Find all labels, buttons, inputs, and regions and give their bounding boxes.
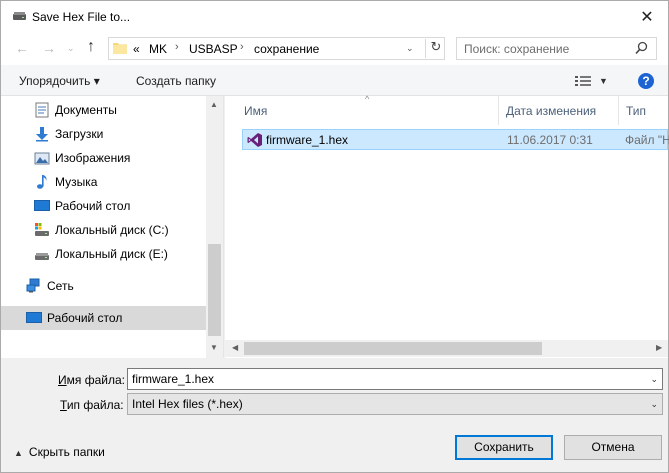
filename-value: firmware_1.hex — [132, 372, 215, 386]
folder-icon — [113, 43, 127, 54]
filetype-label: Тип файла: — [60, 398, 124, 412]
search-input[interactable]: Поиск: сохранение — [456, 37, 657, 60]
sidebar-item-label: Локальный диск (C:) — [55, 223, 169, 237]
file-name: firmware_1.hex — [266, 133, 349, 147]
title-bar: Save Hex File to... ✕ — [1, 1, 668, 32]
desktop-icon — [34, 200, 50, 211]
sort-ascending-icon: ^ — [365, 94, 370, 104]
sidebar-item-label: Сеть — [47, 279, 74, 293]
cancel-button[interactable]: Отмена — [564, 435, 662, 460]
desktop-icon — [26, 312, 42, 323]
navigation-pane: Документы Загрузки Изображения Музыка Ра… — [1, 96, 224, 358]
pictures-icon — [34, 152, 50, 165]
command-toolbar: Упорядочить ▾ Создать папку ▼ ? — [1, 65, 668, 96]
sidebar-item-label: Документы — [55, 103, 117, 117]
sidebar-item-label: Рабочий стол — [47, 311, 123, 325]
scroll-down-arrow-icon[interactable]: ▼ — [210, 343, 218, 352]
navigation-scrollbar[interactable]: ▲ ▼ — [206, 96, 223, 358]
network-icon — [26, 278, 40, 293]
window-title: Save Hex File to... — [32, 10, 131, 24]
breadcrumb-current[interactable]: сохранение — [254, 42, 319, 56]
file-row[interactable]: firmware_1.hex 11.06.2017 0:31 Файл "HEX… — [242, 129, 669, 150]
column-name[interactable]: Имя — [244, 104, 267, 118]
sidebar-item-documents[interactable]: Документы — [1, 98, 206, 122]
filetype-select[interactable]: Intel Hex files (*.hex) ⌄ — [127, 393, 663, 415]
filename-dropdown-chevron-icon[interactable]: ⌄ — [650, 374, 658, 385]
documents-icon — [35, 102, 49, 118]
filename-label: Имя файла: — [58, 373, 125, 387]
drive-e-icon — [35, 253, 49, 260]
up-arrow-icon[interactable]: ↑ — [87, 38, 95, 56]
column-type[interactable]: Тип — [626, 104, 646, 118]
filetype-value: Intel Hex files (*.hex) — [132, 397, 243, 411]
sidebar-item-label: Изображения — [55, 151, 131, 165]
column-divider[interactable] — [618, 96, 619, 125]
breadcrumb-separator-icon[interactable]: › — [175, 41, 179, 53]
file-list-horizontal-scrollbar[interactable]: ◀ ▶ — [225, 340, 668, 357]
sidebar-item-label: Рабочий стол — [55, 199, 131, 213]
sidebar-item-network[interactable]: Сеть — [1, 274, 206, 298]
sidebar-item-desktop-root[interactable]: Рабочий стол — [1, 306, 206, 330]
sidebar-item-desktop[interactable]: Рабочий стол — [1, 194, 206, 218]
hide-folders-label: Скрыть папки — [28, 445, 105, 459]
save-dialog: Save Hex File to... ✕ ← → ⌄ ↑ « MK › USB… — [0, 0, 669, 473]
filetype-dropdown-chevron-icon[interactable]: ⌄ — [650, 399, 658, 410]
sidebar-item-label: Локальный диск (E:) — [55, 247, 168, 261]
breadcrumb-overflow[interactable]: « — [133, 42, 140, 56]
address-dropdown-chevron-icon[interactable]: ⌄ — [406, 43, 414, 54]
view-dropdown-chevron-icon[interactable]: ▼ — [599, 76, 608, 86]
sidebar-item-pictures[interactable]: Изображения — [1, 146, 206, 170]
search-icon[interactable] — [635, 41, 648, 55]
help-icon[interactable]: ? — [638, 73, 654, 89]
recent-locations-chevron-icon[interactable]: ⌄ — [67, 43, 75, 54]
view-details-icon[interactable] — [574, 74, 592, 88]
sidebar-item-label: Загрузки — [55, 127, 104, 141]
sidebar-item-drive-e[interactable]: Локальный диск (E:) — [1, 242, 206, 266]
chevron-up-icon: ▲ — [14, 448, 23, 458]
filename-field[interactable]: firmware_1.hex ⌄ — [127, 368, 663, 390]
sidebar-item-music[interactable]: Музыка — [1, 170, 206, 194]
back-arrow-icon[interactable]: ← — [15, 40, 29, 56]
column-header: ^ Имя Дата изменения Тип — [225, 94, 668, 125]
sidebar-item-drive-c[interactable]: Локальный диск (C:) — [1, 218, 206, 242]
column-divider[interactable] — [498, 96, 499, 125]
music-icon — [37, 175, 47, 189]
scroll-left-arrow-icon[interactable]: ◀ — [232, 343, 238, 352]
close-button[interactable]: ✕ — [634, 5, 660, 29]
sidebar-item-downloads[interactable]: Загрузки — [1, 122, 206, 146]
close-icon: ✕ — [640, 9, 654, 26]
scroll-right-arrow-icon[interactable]: ▶ — [656, 343, 662, 352]
search-placeholder: Поиск: сохранение — [464, 42, 570, 56]
scrollbar-thumb[interactable] — [244, 342, 542, 355]
forward-arrow-icon[interactable]: → — [42, 40, 56, 56]
file-list: ^ Имя Дата изменения Тип firmware_1.hex … — [225, 94, 669, 358]
navigation-bar: ← → ⌄ ↑ « MK › USBASP › сохранение ⌄ ↻ П… — [1, 32, 668, 65]
breadcrumb-mk[interactable]: MK — [149, 42, 167, 56]
sidebar-item-label: Музыка — [55, 175, 98, 189]
drive-icon — [13, 12, 26, 20]
column-date[interactable]: Дата изменения — [506, 104, 596, 118]
organize-button[interactable]: Упорядочить ▾ — [19, 74, 100, 88]
refresh-icon[interactable]: ↻ — [425, 39, 443, 58]
downloads-icon — [36, 127, 48, 142]
drive-c-icon — [35, 223, 49, 236]
save-button[interactable]: Сохранить — [455, 435, 553, 460]
breadcrumb-usbasp[interactable]: USBASP — [189, 42, 238, 56]
file-type: Файл "HEX" — [625, 133, 669, 147]
scrollbar-thumb[interactable] — [208, 244, 221, 336]
scroll-up-arrow-icon[interactable]: ▲ — [210, 100, 218, 109]
file-date: 11.06.2017 0:31 — [507, 133, 593, 147]
breadcrumb-separator-icon[interactable]: › — [240, 41, 244, 53]
hide-folders-button[interactable]: ▲ Скрыть папки — [14, 445, 105, 459]
visual-studio-icon — [247, 133, 262, 147]
new-folder-button[interactable]: Создать папку — [136, 74, 216, 88]
address-bar[interactable]: « MK › USBASP › сохранение ⌄ ↻ — [108, 37, 445, 60]
